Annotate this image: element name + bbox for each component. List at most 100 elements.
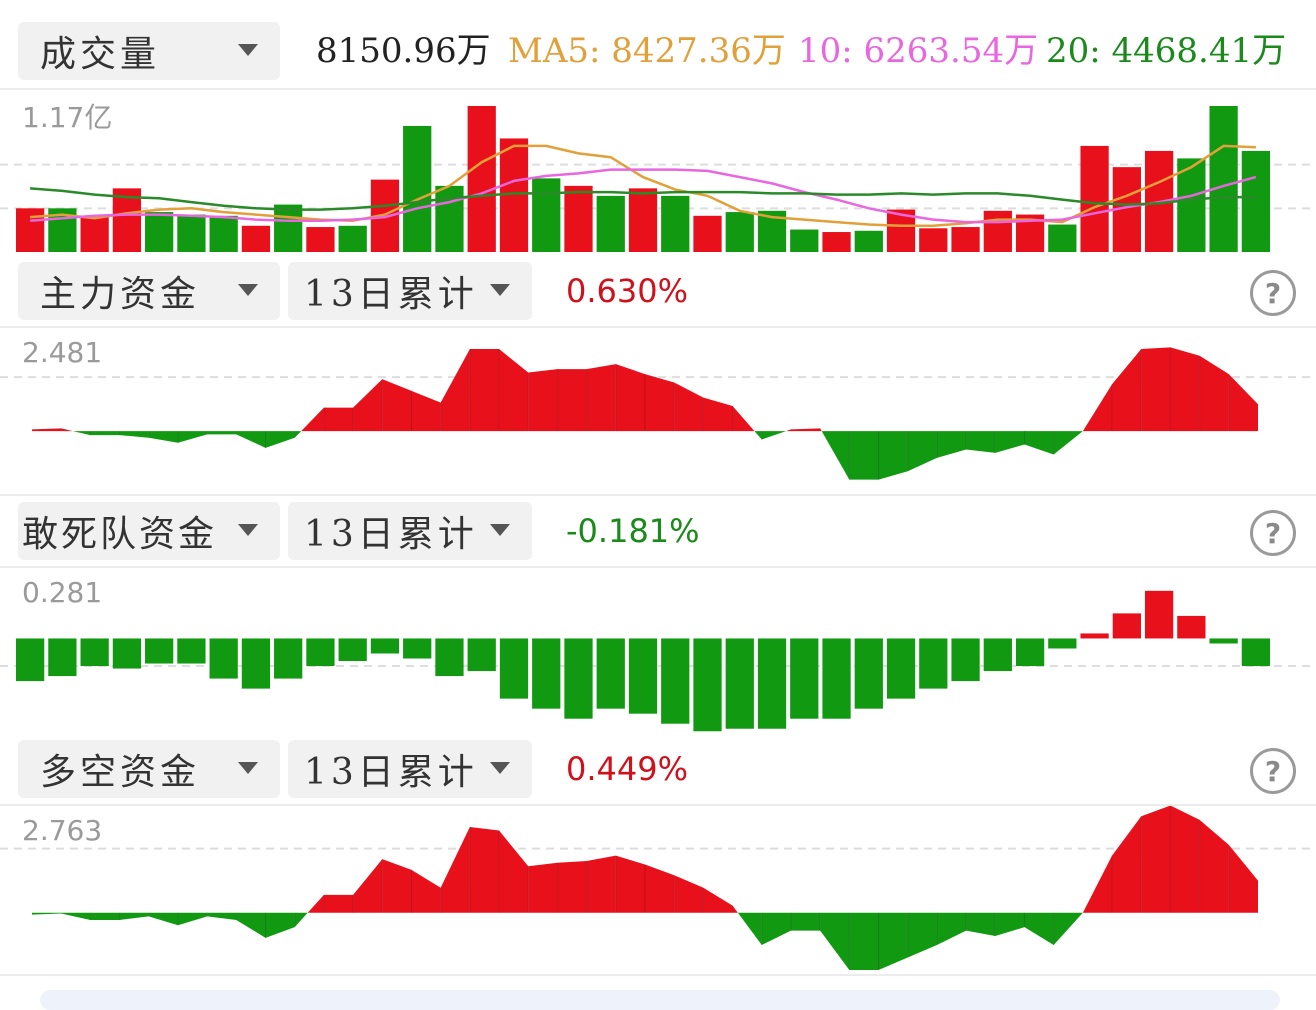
dare-fund-bar [48, 638, 77, 677]
main-fund-area [1053, 431, 1083, 455]
help-icon[interactable]: ? [1250, 270, 1296, 316]
main-fund-area [761, 431, 787, 440]
dare-fund-bar [1112, 613, 1141, 639]
longshort-fund-selector-label: 多空资金 [40, 752, 201, 793]
main-fund-area [1228, 374, 1258, 432]
volume-bar [919, 228, 948, 252]
main-fund-area [382, 379, 412, 432]
volume-bar [338, 225, 367, 252]
longshort-fund-selector[interactable]: 多空资金 [18, 740, 280, 798]
dare-fund-selector-label: 敢死队资金 [22, 514, 218, 555]
longshort-fund-area [411, 869, 441, 913]
dare-fund-selector[interactable]: 敢死队资金 [18, 502, 280, 560]
chevron-down-icon [490, 762, 510, 774]
dare-fund-bar [306, 638, 335, 667]
divider [0, 974, 1316, 976]
volume-bar [661, 195, 690, 252]
longshort-fund-area [703, 887, 733, 913]
dare-fund-bar [564, 638, 593, 719]
dare-fund-bar [1241, 638, 1270, 667]
chevron-down-icon [238, 44, 258, 56]
volume-bar [1209, 106, 1238, 252]
longshort-fund-area [207, 912, 237, 920]
main-fund-period-selector[interactable]: 13日累计 [288, 262, 532, 320]
main-fund-area [119, 431, 149, 438]
longshort-fund-area [90, 912, 120, 920]
main-fund-area [966, 431, 996, 453]
longshort-fund-area [645, 864, 675, 913]
dare-fund-bar [80, 638, 109, 667]
main-fund-area [645, 374, 675, 432]
main-fund-area [821, 431, 850, 480]
dare-fund-bar [403, 638, 432, 659]
longshort-fund-area [790, 912, 821, 931]
dare-fund-bar [661, 638, 690, 724]
help-icon[interactable]: ? [1250, 510, 1296, 556]
main-fund-area [265, 431, 295, 448]
longshort-fund-area [995, 912, 1025, 937]
volume-bar [177, 214, 206, 252]
main-fund-area [1112, 349, 1142, 432]
help-icon[interactable]: ? [1250, 748, 1296, 794]
main-fund-area [878, 431, 908, 480]
dare-fund-bar [209, 638, 238, 679]
longshort-fund-area [499, 830, 529, 913]
volume-bar [16, 208, 45, 252]
longshort-fund-area [761, 912, 791, 945]
chevron-down-icon [490, 524, 510, 536]
dare-fund-period-label: 13日累计 [304, 514, 478, 555]
main-fund-area [207, 431, 237, 435]
main-fund-area [586, 364, 616, 432]
main-fund-area [615, 364, 645, 432]
main-fund-area [1082, 384, 1113, 432]
longshort-fund-area [177, 912, 208, 926]
longshort-fund-area [966, 912, 996, 937]
volume-bar [241, 225, 271, 252]
longshort-fund-area [615, 855, 645, 913]
main-fund-area [936, 431, 967, 458]
main-fund-area [411, 390, 441, 432]
longshort-fund-area [265, 912, 295, 938]
main-fund-area [703, 397, 733, 432]
longshort-fund-area [732, 905, 738, 913]
main-fund-area [557, 369, 587, 432]
dare-fund-chart [0, 590, 1316, 732]
dare-fund-bar [274, 638, 303, 679]
main-fund-area [72, 431, 91, 436]
dare-fund-bar [1209, 638, 1238, 644]
main-fund-chart [0, 347, 1316, 480]
volume-bar [435, 185, 464, 252]
longshort-fund-area [469, 826, 500, 913]
volume-current: 8150.96万 [316, 31, 491, 71]
longshort-fund-area [32, 912, 62, 915]
main-fund-selector[interactable]: 主力资金 [18, 262, 280, 320]
volume-bar [80, 217, 109, 252]
volume-bar [628, 188, 658, 252]
dare-fund-bar [370, 638, 400, 654]
dare-fund-period-selector[interactable]: 13日累计 [288, 502, 532, 560]
volume-chart [0, 106, 1316, 252]
longshort-fund-area [907, 912, 937, 958]
main-fund-area [440, 349, 470, 432]
main-fund-area [1199, 355, 1229, 432]
main-fund-area [301, 407, 324, 432]
dare-fund-bar [790, 638, 819, 719]
volume-bar [822, 232, 851, 252]
dare-fund-bar [177, 638, 206, 664]
longshort-fund-area [236, 912, 266, 938]
volume-bar [951, 227, 980, 252]
longshort-fund-area [1082, 855, 1113, 913]
main-fund-area [148, 431, 178, 443]
volume-bar [274, 204, 303, 252]
volume-selector[interactable]: 成交量 [18, 22, 280, 80]
main-fund-period-label: 13日累计 [304, 274, 478, 315]
divider [0, 88, 1316, 90]
main-fund-selector-label: 主力资金 [40, 274, 201, 315]
dare-fund-bar [757, 638, 787, 729]
longshort-fund-area [557, 860, 587, 913]
longshort-fund-area [353, 859, 383, 913]
longshort-fund-area [307, 894, 324, 913]
longshort-fund-area [1112, 816, 1142, 913]
longshort-fund-period-selector[interactable]: 13日累计 [288, 740, 532, 798]
volume-bar [532, 178, 561, 252]
